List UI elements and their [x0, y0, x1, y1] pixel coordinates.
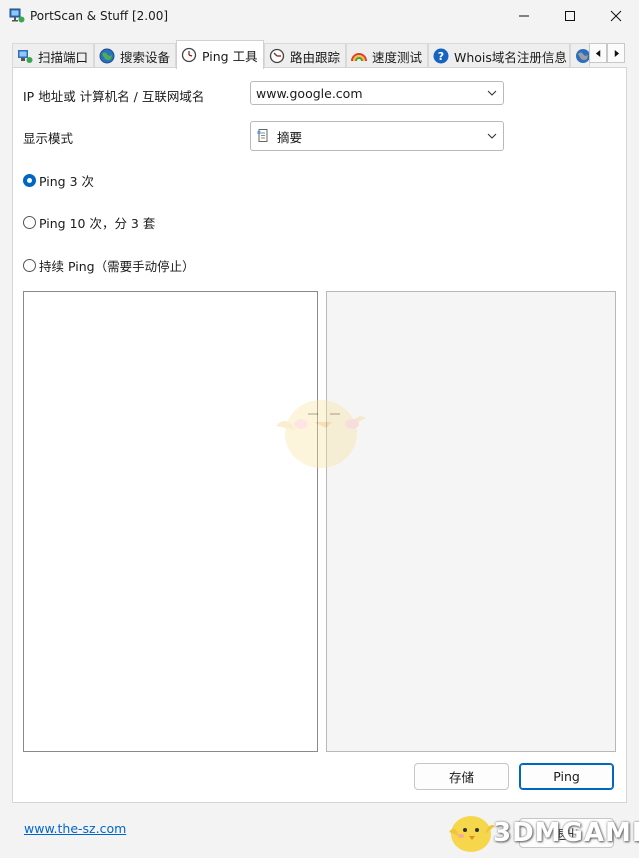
ping-summary-box[interactable]	[326, 291, 616, 752]
mode-label: 显示模式	[23, 131, 74, 146]
host-combobox[interactable]: www.google.com	[250, 81, 504, 105]
tab-traceroute[interactable]: 路由跟踪	[264, 43, 346, 68]
watermark-text: 3DMGAME	[493, 818, 639, 848]
trace-clock-icon	[269, 48, 285, 64]
tab-ping-tool[interactable]: Ping 工具	[176, 40, 264, 69]
tab-whois[interactable]: ? Whois域名注册信息	[428, 43, 570, 68]
radio-ping-10[interactable]: Ping 10 次，分 3 套	[23, 213, 155, 232]
ping-clock-icon	[181, 47, 197, 63]
globe-partial-icon	[575, 48, 589, 64]
save-button[interactable]: 存储	[414, 763, 509, 790]
app-network-icon	[9, 8, 25, 24]
minimize-icon	[519, 15, 529, 17]
ping-button[interactable]: Ping	[519, 763, 614, 790]
radio-indicator[interactable]	[23, 216, 36, 229]
tab-strip: 扫描端口 搜索设备 Ping 工具 路由跟踪 速度测试 ? Whois域名注册信…	[0, 40, 639, 69]
title-bar: PortScan & Stuff [2.00]	[0, 0, 639, 32]
document-list-icon	[256, 128, 272, 144]
maximize-icon	[565, 11, 575, 21]
tab-overflow[interactable]	[570, 43, 590, 68]
tab-label: 扫描端口	[38, 49, 89, 65]
tab-label: 搜索设备	[120, 49, 171, 65]
chevron-left-icon	[595, 49, 600, 57]
chevron-down-icon[interactable]	[487, 89, 497, 97]
tab-scroll-right-button[interactable]	[607, 43, 625, 63]
tab-port-scan[interactable]: 扫描端口	[12, 43, 94, 68]
minimize-button[interactable]	[501, 0, 547, 32]
ping-output-box[interactable]	[23, 291, 318, 752]
tab-label: Ping 工具	[202, 48, 258, 64]
rainbow-icon	[351, 48, 367, 64]
chevron-right-icon	[614, 49, 619, 57]
globe-icon	[99, 48, 115, 64]
radio-ping-3[interactable]: Ping 3 次	[23, 171, 94, 190]
chevron-down-icon[interactable]	[487, 132, 497, 140]
maximize-button[interactable]	[547, 0, 593, 32]
mode-combobox[interactable]: 摘要	[250, 121, 504, 151]
tab-search-devices[interactable]: 搜索设备	[94, 43, 176, 68]
mode-value: 摘要	[277, 129, 303, 145]
radio-selected-indicator[interactable]	[23, 174, 36, 187]
host-value: www.google.com	[256, 85, 363, 101]
tab-label: Whois域名注册信息	[454, 49, 567, 65]
tab-scroll-left-button[interactable]	[589, 43, 607, 63]
radio-ping-continuous[interactable]: 持续 Ping（需要手动停止）	[23, 256, 195, 275]
help-circle-icon: ?	[433, 48, 449, 64]
close-icon	[610, 10, 622, 22]
chick-watermark-image	[266, 384, 376, 477]
svg-text:?: ?	[438, 50, 444, 63]
radio-indicator[interactable]	[23, 259, 36, 272]
tab-label: 速度测试	[372, 49, 423, 65]
site-watermark: 3DMGAME	[443, 806, 639, 856]
tab-label: 路由跟踪	[290, 49, 341, 65]
close-button[interactable]	[593, 0, 639, 32]
radio-label: Ping 3 次	[39, 174, 94, 189]
host-label: IP 地址或 计算机名 / 互联网域名	[23, 89, 205, 104]
radio-label: Ping 10 次，分 3 套	[39, 216, 156, 231]
tab-speed-test[interactable]: 速度测试	[346, 43, 428, 68]
window-title: PortScan & Stuff [2.00]	[30, 9, 169, 23]
website-link[interactable]: www.the-sz.com	[24, 821, 126, 836]
radio-label: 持续 Ping（需要手动停止）	[39, 259, 195, 274]
port-scan-icon	[17, 48, 33, 64]
